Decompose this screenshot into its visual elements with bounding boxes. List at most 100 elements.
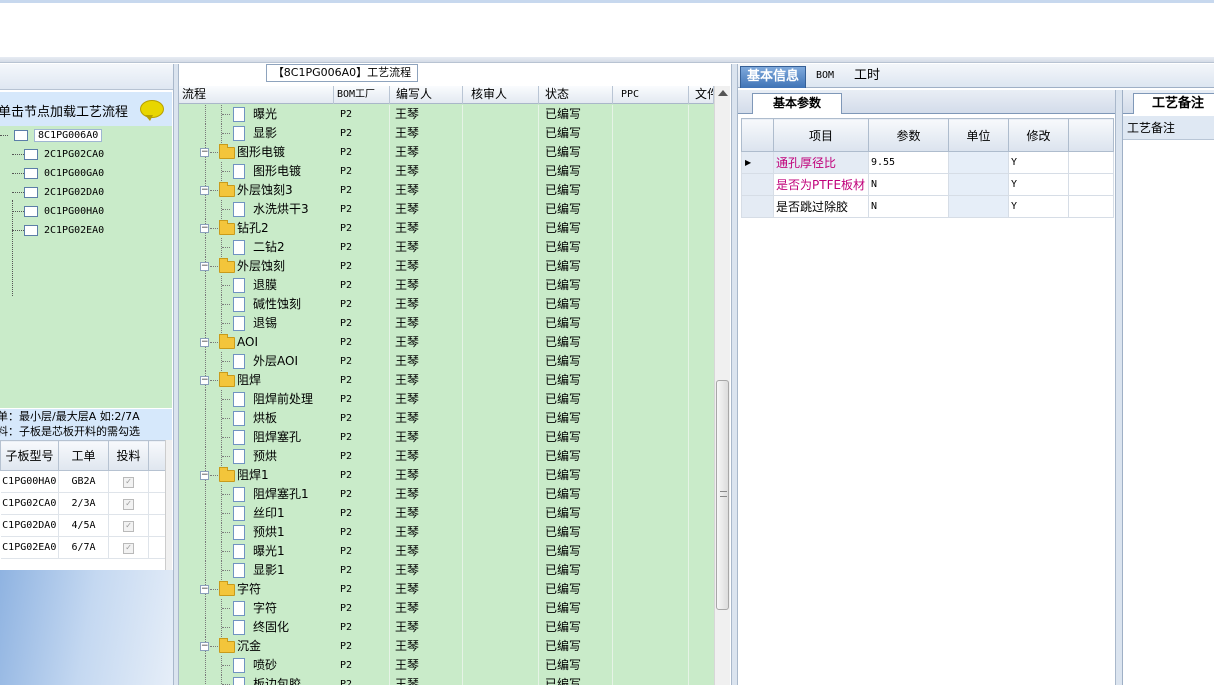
table-row[interactable]: 退膜 P2 王琴 已编写: [179, 276, 714, 295]
collapse-icon[interactable]: −: [200, 585, 209, 594]
checkbox-icon[interactable]: [24, 224, 38, 236]
checkbox-icon[interactable]: [14, 129, 29, 141]
table-row[interactable]: − 阻焊 P2 王琴 已编写: [179, 371, 714, 390]
collapse-icon[interactable]: −: [200, 376, 209, 385]
checkbox-icon[interactable]: [24, 205, 38, 217]
param-value-field[interactable]: 9.55: [868, 151, 949, 174]
table-row[interactable]: 外层AOI P2 王琴 已编写: [179, 352, 714, 371]
table-row[interactable]: 显影1 P2 王琴 已编写: [179, 561, 714, 580]
table-row[interactable]: 图形电镀 P2 王琴 已编写: [179, 162, 714, 181]
column-header[interactable]: 参数: [868, 118, 949, 152]
feed-checkbox[interactable]: ✓: [123, 498, 134, 510]
table-row[interactable]: 阻焊塞孔1 P2 王琴 已编写: [179, 485, 714, 504]
table-row[interactable]: 阻焊塞孔 P2 王琴 已编写: [179, 428, 714, 447]
table-row[interactable]: 预烘1 P2 王琴 已编写: [179, 523, 714, 542]
column-header[interactable]: 编写人: [390, 86, 463, 104]
column-header[interactable]: PPC: [613, 86, 689, 104]
table-row[interactable]: 显影 P2 王琴 已编写: [179, 124, 714, 143]
table-row[interactable]: 二钻2 P2 王琴 已编写: [179, 238, 714, 257]
table-row[interactable]: 阻焊前处理 P2 王琴 已编写: [179, 390, 714, 409]
param-modify[interactable]: Y: [1008, 195, 1069, 218]
column-header[interactable]: 工单: [58, 440, 109, 471]
table-row[interactable]: C1PG02CA0 2/3A ✓: [0, 492, 169, 515]
tab-bom[interactable]: BOM: [810, 66, 840, 88]
column-header[interactable]: 状态: [539, 86, 613, 104]
collapse-icon[interactable]: −: [200, 642, 209, 651]
table-row[interactable]: 字符 P2 王琴 已编写: [179, 599, 714, 618]
table-row[interactable]: − 沉金 P2 王琴 已编写: [179, 637, 714, 656]
table-row[interactable]: − AOI P2 王琴 已编写: [179, 333, 714, 352]
table-row[interactable]: − 钻孔2 P2 王琴 已编写: [179, 219, 714, 238]
table-row[interactable]: 是否为PTFE板材 N Y: [741, 173, 1114, 196]
tree-child-node[interactable]: 0C1PG00GA0: [12, 166, 104, 182]
table-row[interactable]: 曝光1 P2 王琴 已编写: [179, 542, 714, 561]
ppc: [613, 371, 689, 390]
collapse-icon[interactable]: −: [200, 471, 209, 480]
table-row[interactable]: − 外层蚀刻 P2 王琴 已编写: [179, 257, 714, 276]
feed-checkbox[interactable]: ✓: [123, 520, 134, 532]
table-row[interactable]: − 阻焊1 P2 王琴 已编写: [179, 466, 714, 485]
row-indicator[interactable]: ▶: [741, 151, 774, 174]
column-header[interactable]: 核审人: [463, 86, 539, 104]
checkbox-icon[interactable]: [24, 148, 38, 160]
column-header[interactable]: 子板型号: [0, 440, 59, 471]
column-header[interactable]: 投料: [108, 440, 149, 471]
table-row[interactable]: 水洗烘干3 P2 王琴 已编写: [179, 200, 714, 219]
scroll-thumb[interactable]: [716, 380, 729, 610]
param-modify[interactable]: Y: [1008, 173, 1069, 196]
param-value-field[interactable]: N: [868, 195, 949, 218]
param-value-field[interactable]: N: [868, 173, 949, 196]
column-header[interactable]: BOM工厂: [334, 86, 390, 104]
speech-bubble-icon[interactable]: [140, 100, 164, 121]
tab-basic-params[interactable]: 基本参数: [752, 93, 842, 114]
splitter-right[interactable]: [1115, 90, 1122, 685]
document-icon: [233, 544, 245, 559]
process-grid-scrollbar[interactable]: [714, 86, 730, 685]
table-row[interactable]: C1PG02EA0 6/7A ✓: [0, 536, 169, 559]
column-header[interactable]: 修改: [1008, 118, 1069, 152]
collapse-icon[interactable]: −: [200, 262, 209, 271]
tree-child-node[interactable]: 2C1PG02EA0: [12, 223, 104, 239]
tab-basic-info[interactable]: 基本信息: [740, 66, 807, 88]
column-header[interactable]: 流程: [179, 86, 334, 104]
checkbox-icon[interactable]: [24, 186, 38, 198]
table-row[interactable]: 碱性蚀刻 P2 王琴 已编写: [179, 295, 714, 314]
tab-work-hours[interactable]: 工时: [848, 66, 886, 88]
table-row[interactable]: 曝光 P2 王琴 已编写: [179, 105, 714, 124]
sub-board-grid-scrollbar[interactable]: [165, 440, 172, 570]
feed-checkbox[interactable]: ✓: [123, 542, 134, 554]
table-row[interactable]: 烘板 P2 王琴 已编写: [179, 409, 714, 428]
collapse-icon[interactable]: −: [200, 186, 209, 195]
tree-child-node[interactable]: 0C1PG00HA0: [12, 204, 104, 220]
tree-root-node[interactable]: 8C1PG006A0: [0, 128, 103, 144]
collapse-icon[interactable]: −: [200, 148, 209, 157]
tab-process-remark[interactable]: 工艺备注: [1133, 93, 1214, 114]
table-row[interactable]: C1PG02DA0 4/5A ✓: [0, 514, 169, 537]
row-indicator[interactable]: [741, 195, 774, 218]
table-row[interactable]: 预烘 P2 王琴 已编写: [179, 447, 714, 466]
table-row[interactable]: 丝印1 P2 王琴 已编写: [179, 504, 714, 523]
splitter-middle[interactable]: [731, 64, 738, 685]
tree-child-node[interactable]: 2C1PG02CA0: [12, 147, 104, 163]
table-row[interactable]: − 外层蚀刻3 P2 王琴 已编写: [179, 181, 714, 200]
column-header[interactable]: 单位: [948, 118, 1009, 152]
column-header[interactable]: 项目: [773, 118, 869, 152]
table-row[interactable]: ▶ 通孔厚径比 9.55 Y: [741, 151, 1114, 174]
table-row[interactable]: 板边包胶 P2 王琴 已编写: [179, 675, 714, 685]
column-header[interactable]: 文件: [689, 86, 714, 104]
feed-checkbox[interactable]: ✓: [123, 476, 134, 488]
table-row[interactable]: 喷砂 P2 王琴 已编写: [179, 656, 714, 675]
row-indicator[interactable]: [741, 173, 774, 196]
table-row[interactable]: 退锡 P2 王琴 已编写: [179, 314, 714, 333]
table-row[interactable]: 是否跳过除胶 N Y: [741, 195, 1114, 218]
table-row[interactable]: 终固化 P2 王琴 已编写: [179, 618, 714, 637]
collapse-icon[interactable]: −: [200, 338, 209, 347]
scroll-up-arrow-icon[interactable]: [718, 90, 728, 96]
tree-child-node[interactable]: 2C1PG02DA0: [12, 185, 104, 201]
table-row[interactable]: − 图形电镀 P2 王琴 已编写: [179, 143, 714, 162]
table-row[interactable]: − 字符 P2 王琴 已编写: [179, 580, 714, 599]
table-row[interactable]: C1PG00HA0 GB2A ✓: [0, 470, 169, 493]
param-modify[interactable]: Y: [1008, 151, 1069, 174]
checkbox-icon[interactable]: [24, 167, 38, 179]
collapse-icon[interactable]: −: [200, 224, 209, 233]
